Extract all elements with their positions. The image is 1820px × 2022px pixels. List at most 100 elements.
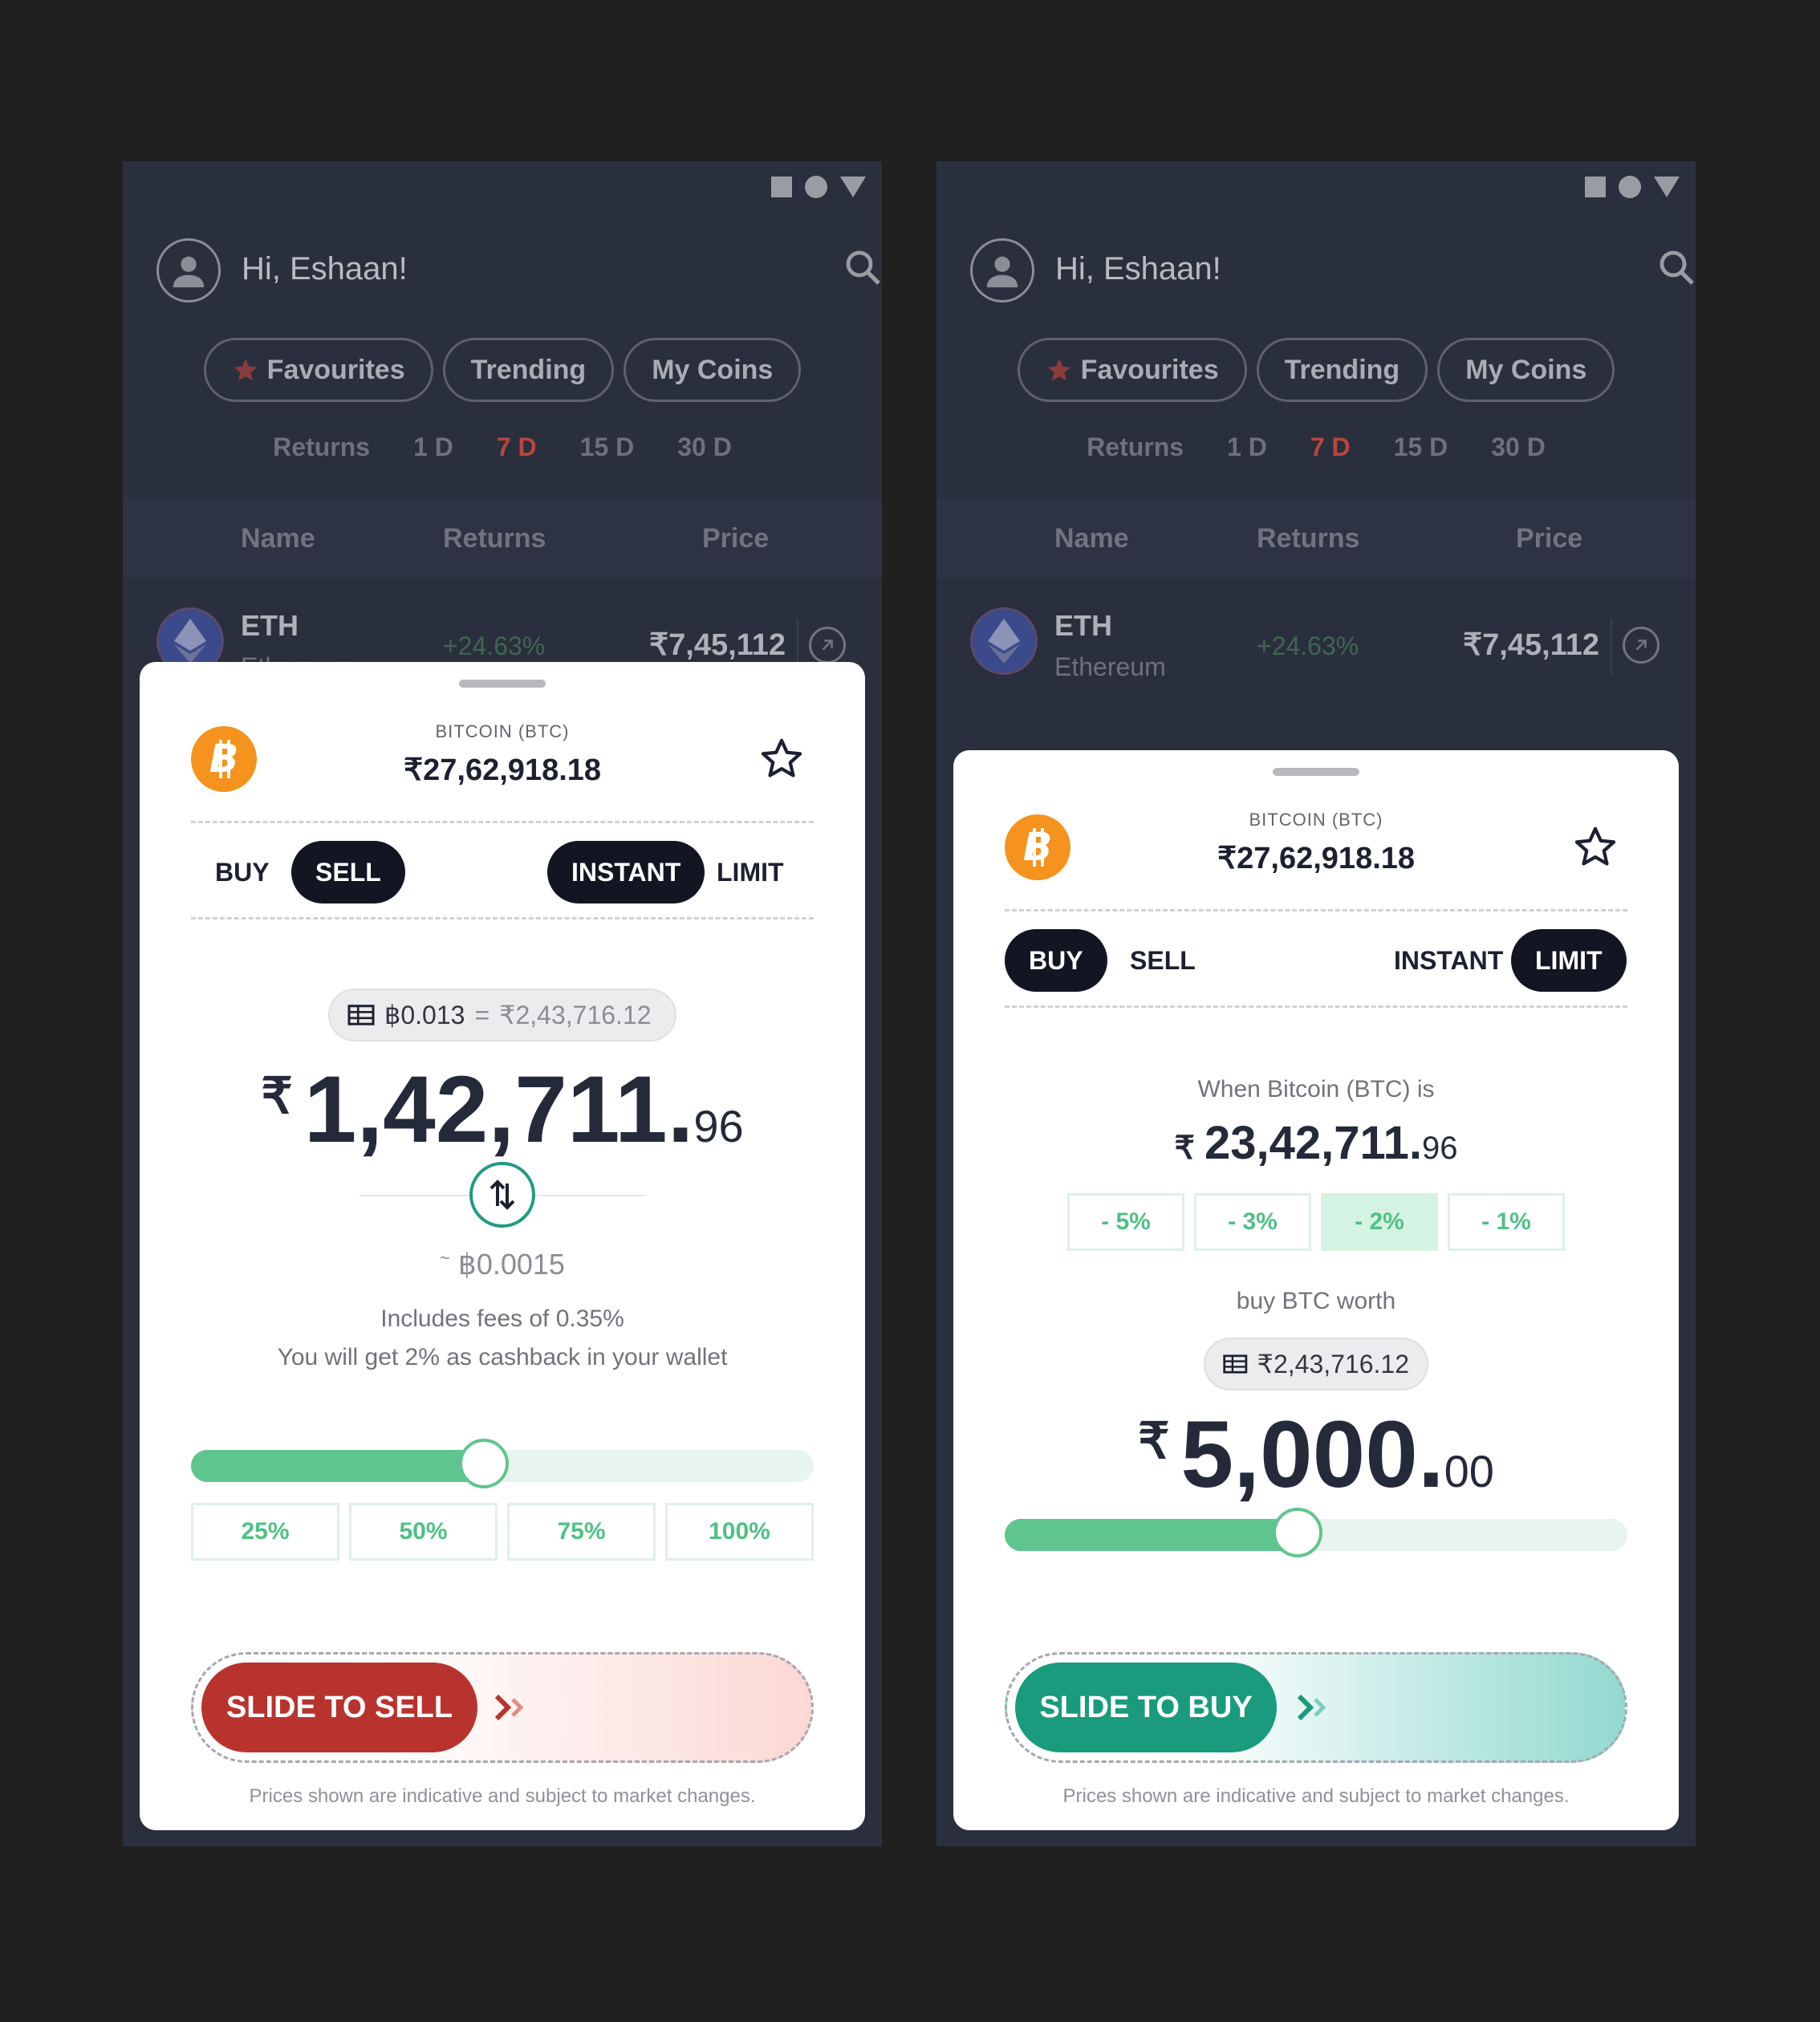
circle-icon xyxy=(805,176,827,198)
amount-cents: 96 xyxy=(693,1101,744,1151)
coin-price: ₹27,62,918.18 xyxy=(403,753,602,787)
user-icon xyxy=(986,256,1018,288)
phone-buy-screen: Hi, Eshaan! Favourites Trending My Coins… xyxy=(936,161,1696,1846)
trade-tabs: BUY SELL INSTANT LIMIT xyxy=(191,841,814,903)
balance-btc: 0.013 xyxy=(400,1001,465,1029)
balance-pill[interactable]: ₹2,43,716.12 xyxy=(1204,1338,1428,1391)
column-returns[interactable]: Returns xyxy=(1257,523,1359,554)
avatar[interactable] xyxy=(156,238,221,302)
swap-button[interactable] xyxy=(469,1162,535,1228)
pct-25-button[interactable]: 25% xyxy=(191,1503,339,1561)
column-price[interactable]: Price xyxy=(1516,523,1582,554)
chip-trending[interactable]: Trending xyxy=(1256,338,1428,402)
balance-pill[interactable]: ฿0.013 = ₹2,43,716.12 xyxy=(328,989,676,1041)
slider-handle[interactable] xyxy=(458,1439,509,1488)
sell-amount[interactable]: ₹1,42,711.96 xyxy=(140,1055,865,1164)
favourite-button[interactable] xyxy=(1573,824,1618,873)
column-name[interactable]: Name xyxy=(1054,523,1129,554)
phone-sell-screen: Hi, Eshaan! Favourites Trending My Coins… xyxy=(123,161,882,1846)
favourite-button[interactable] xyxy=(759,736,804,785)
returns-label: Returns xyxy=(1087,432,1184,461)
tab-limit[interactable]: LIMIT xyxy=(1511,929,1627,992)
double-chevron-icon xyxy=(494,1694,524,1721)
chip-my-coins[interactable]: My Coins xyxy=(1437,338,1615,402)
returns-label: Returns xyxy=(273,432,371,461)
btc-symbol: ฿ xyxy=(384,1001,401,1029)
trade-sheet: B BITCOIN (BTC) ₹27,62,918.18 BUY SELL I… xyxy=(140,662,865,1830)
tab-instant[interactable]: INSTANT xyxy=(1370,929,1527,992)
drag-handle[interactable] xyxy=(1273,768,1359,776)
offset-2-button[interactable]: - 2% xyxy=(1321,1193,1438,1251)
slide-to-sell-track[interactable]: SLIDE TO SELL xyxy=(191,1652,814,1763)
offset-5-button[interactable]: - 5% xyxy=(1067,1193,1184,1251)
period-selector: Returns 1 D 7 D 15 D 30 D xyxy=(936,432,1696,462)
chip-my-coins[interactable]: My Coins xyxy=(624,338,802,402)
status-bar xyxy=(771,176,866,198)
tab-sell[interactable]: SELL xyxy=(1106,929,1220,992)
table-row[interactable]: ETH Ethereum +24.63% ₹7,45,112 xyxy=(936,587,1696,715)
equals-sign: = xyxy=(474,1000,490,1029)
tab-instant[interactable]: INSTANT xyxy=(547,841,705,903)
tab-limit[interactable]: LIMIT xyxy=(693,841,808,903)
btc-symbol: ฿ xyxy=(457,1248,477,1281)
coin-price: ₹7,45,112 xyxy=(649,628,786,662)
period-30d[interactable]: 30 D xyxy=(1491,432,1546,462)
divider xyxy=(1005,909,1627,912)
currency-symbol: ₹ xyxy=(1138,1414,1170,1469)
offset-3-button[interactable]: - 3% xyxy=(1194,1193,1311,1251)
offset-buttons: - 5% - 3% - 2% - 1% xyxy=(1067,1193,1565,1251)
tab-buy[interactable]: BUY xyxy=(1005,929,1107,992)
approx-btc: ~ ฿0.0015 xyxy=(140,1248,865,1281)
disclaimer: Prices shown are indicative and subject … xyxy=(249,1785,756,1807)
avatar[interactable] xyxy=(970,238,1034,302)
search-button[interactable] xyxy=(843,248,882,290)
trigger-price[interactable]: ₹23,42,711.96 xyxy=(953,1116,1679,1170)
period-7d[interactable]: 7 D xyxy=(1310,432,1351,462)
slide-to-buy-track[interactable]: SLIDE TO BUY xyxy=(1005,1652,1627,1763)
pct-75-button[interactable]: 75% xyxy=(507,1503,656,1561)
column-returns[interactable]: Returns xyxy=(443,523,546,554)
tab-buy[interactable]: BUY xyxy=(191,841,294,903)
arrow-up-right-icon[interactable] xyxy=(1623,627,1660,664)
greeting: Hi, Eshaan! xyxy=(242,251,408,286)
column-name[interactable]: Name xyxy=(241,523,315,554)
period-7d[interactable]: 7 D xyxy=(497,432,537,462)
period-15d[interactable]: 15 D xyxy=(1394,432,1448,462)
trade-sheet: B BITCOIN (BTC) ₹27,62,918.18 BUY SELL I… xyxy=(953,750,1679,1830)
square-icon xyxy=(1585,177,1606,197)
slide-to-sell-button[interactable]: SLIDE TO SELL xyxy=(201,1663,477,1752)
search-icon xyxy=(846,250,880,285)
chip-favourites[interactable]: Favourites xyxy=(203,338,433,402)
amount-cents: 00 xyxy=(1444,1446,1494,1496)
coin-name: Ethereum xyxy=(1054,652,1166,681)
triangle-icon xyxy=(1654,177,1680,197)
search-button[interactable] xyxy=(1657,248,1696,290)
tab-sell[interactable]: SELL xyxy=(291,841,405,903)
triangle-icon xyxy=(840,177,866,197)
slide-to-buy-button[interactable]: SLIDE TO BUY xyxy=(1015,1663,1277,1752)
currency-symbol: ₹ xyxy=(261,1069,293,1124)
chip-favourites[interactable]: Favourites xyxy=(1017,338,1247,402)
buy-amount[interactable]: ₹5,000.00 xyxy=(953,1400,1679,1509)
double-chevron-icon xyxy=(1297,1694,1326,1721)
chip-trending[interactable]: Trending xyxy=(442,338,615,402)
period-1d[interactable]: 1 D xyxy=(413,432,453,462)
arrow-up-right-icon[interactable] xyxy=(809,627,846,664)
coin-price: ₹7,45,112 xyxy=(1463,628,1599,662)
offset-1-button[interactable]: - 1% xyxy=(1448,1193,1565,1251)
fees-text: Includes fees of 0.35% xyxy=(380,1305,624,1332)
trade-tabs: BUY SELL INSTANT LIMIT xyxy=(1005,929,1627,992)
period-30d[interactable]: 30 D xyxy=(677,432,732,462)
period-15d[interactable]: 15 D xyxy=(580,432,635,462)
amount-slider[interactable] xyxy=(191,1439,814,1488)
currency-symbol: ₹ xyxy=(1257,1350,1274,1378)
amount-main: 1,42,711. xyxy=(303,1057,694,1163)
drag-handle[interactable] xyxy=(459,680,546,688)
pct-50-button[interactable]: 50% xyxy=(349,1503,498,1561)
column-price[interactable]: Price xyxy=(702,523,769,554)
slider-handle[interactable] xyxy=(1272,1508,1322,1557)
amount-slider[interactable] xyxy=(1005,1508,1627,1557)
status-bar xyxy=(1585,176,1680,198)
pct-100-button[interactable]: 100% xyxy=(665,1503,814,1561)
period-1d[interactable]: 1 D xyxy=(1227,432,1267,462)
